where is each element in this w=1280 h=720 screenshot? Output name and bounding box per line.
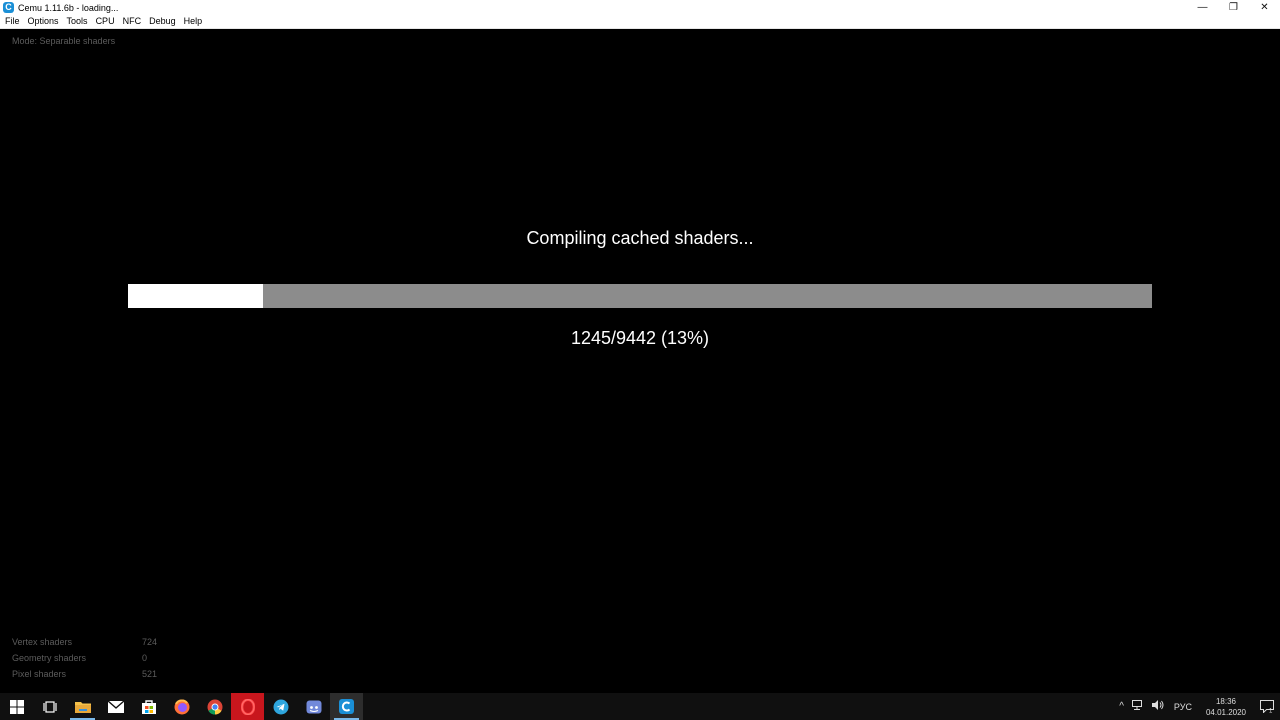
mail-icon[interactable] <box>99 693 132 720</box>
opera-icon[interactable] <box>231 693 264 720</box>
discord-icon[interactable] <box>297 693 330 720</box>
firefox-icon[interactable] <box>165 693 198 720</box>
shader-progress-text: 1245/9442 (13%) <box>570 328 710 348</box>
clock-time: 18:36 <box>1215 696 1236 706</box>
stat-label: Pixel shaders <box>12 669 67 679</box>
notifications-icon[interactable]: 1 <box>1254 693 1280 720</box>
menu-debug[interactable]: Debug <box>145 15 180 28</box>
stat-value: 521 <box>142 669 158 679</box>
menu-nfc[interactable]: NFC <box>119 15 146 28</box>
shader-progress-fill <box>128 284 264 308</box>
stat-row-vertex: Vertex shaders 724 <box>12 634 157 650</box>
chrome-icon[interactable] <box>198 693 231 720</box>
menu-options[interactable]: Options <box>24 15 63 28</box>
cemu-app-icon: C <box>3 2 14 13</box>
start-icon[interactable] <box>0 693 33 720</box>
show-hidden-icons-chevron-icon[interactable]: ^ <box>1115 701 1128 712</box>
shader-stats: Vertex shaders 724 Geometry shaders 0 Pi… <box>12 634 157 682</box>
shader-progress-bar <box>128 284 1152 308</box>
window-controls: — ❐ ✕ <box>1187 0 1280 15</box>
menu-help[interactable]: Help <box>180 15 207 28</box>
window-title: Cemu 1.11.6b - loading... <box>18 2 119 13</box>
title-bar[interactable]: C Cemu 1.11.6b - loading... — ❐ ✕ <box>0 0 1280 15</box>
volume-icon[interactable] <box>1148 700 1168 713</box>
menu-cpu[interactable]: CPU <box>92 15 119 28</box>
taskbar: ^ РУС 18:36 04.01.2020 1 <box>0 693 1280 720</box>
stat-row-geometry: Geometry shaders 0 <box>12 650 157 666</box>
minimize-button[interactable]: — <box>1187 0 1218 15</box>
stat-value: 0 <box>142 653 148 663</box>
cemu-icon[interactable] <box>330 693 363 720</box>
stat-value: 724 <box>142 637 158 647</box>
file-explorer-icon[interactable] <box>66 693 99 720</box>
menu-file[interactable]: File <box>0 15 24 28</box>
telegram-icon[interactable] <box>264 693 297 720</box>
render-viewport: Mode: Separable shaders Compiling cached… <box>0 29 1280 693</box>
stat-label: Vertex shaders <box>12 637 73 647</box>
task-view-icon[interactable] <box>33 693 66 720</box>
restore-button[interactable]: ❐ <box>1218 0 1249 15</box>
compile-status-title: Compiling cached shaders... <box>526 228 754 248</box>
menu-bar: File Options Tools CPU NFC Debug Help <box>0 15 1280 29</box>
menu-tools[interactable]: Tools <box>63 15 92 28</box>
stat-label: Geometry shaders <box>12 653 87 663</box>
store-icon[interactable] <box>132 693 165 720</box>
stat-row-pixel: Pixel shaders 521 <box>12 666 157 682</box>
network-icon[interactable] <box>1128 700 1148 713</box>
close-button[interactable]: ✕ <box>1249 0 1280 15</box>
system-tray: ^ РУС 18:36 04.01.2020 1 <box>1115 693 1280 720</box>
language-indicator[interactable]: РУС <box>1168 702 1198 712</box>
clock[interactable]: 18:36 04.01.2020 <box>1198 696 1254 718</box>
clock-date: 04.01.2020 <box>1205 707 1246 717</box>
shader-mode-label: Mode: Separable shaders <box>12 36 116 46</box>
